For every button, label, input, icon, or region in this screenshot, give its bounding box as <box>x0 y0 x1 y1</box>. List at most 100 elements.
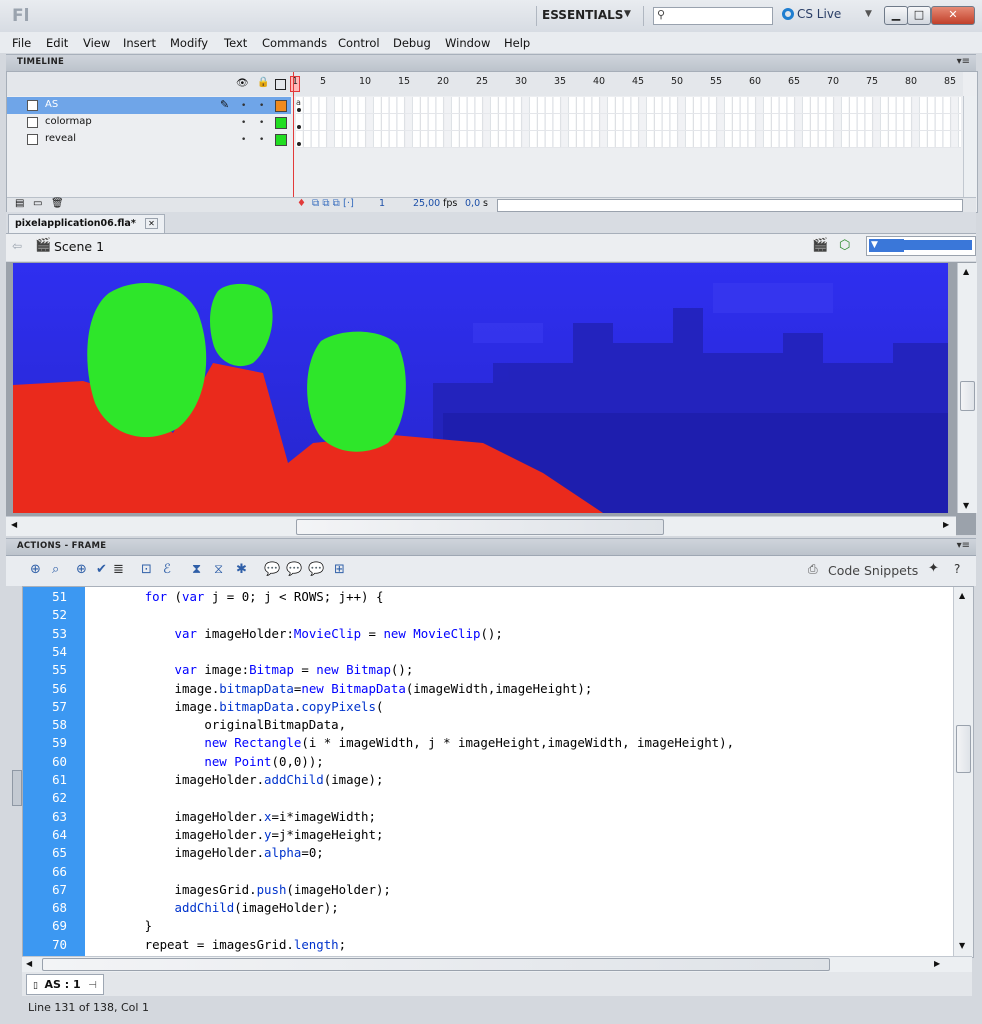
add-statement-icon[interactable]: ⊕ <box>30 562 41 577</box>
frame-rate[interactable]: 25,00 <box>413 198 440 209</box>
show-hide-toolbox-icon[interactable]: ⊞ <box>334 562 345 577</box>
panel-menu-icon[interactable]: ▾≡ <box>957 56 970 67</box>
visibility-dot[interactable]: • <box>241 101 246 111</box>
maximize-button[interactable]: □ <box>907 6 931 25</box>
new-layer-icon[interactable]: ▤ <box>15 198 24 209</box>
menu-window[interactable]: Window <box>445 36 490 50</box>
scroll-down-icon[interactable]: ▼ <box>963 501 969 510</box>
panel-menu-icon[interactable]: ▾≡ <box>957 540 970 551</box>
layer-as[interactable]: AS ✎ • • <box>7 97 291 114</box>
debug-icon[interactable]: ℰ <box>163 562 171 577</box>
toolbox-toggle[interactable] <box>12 770 22 806</box>
code-editor[interactable]: 51 for (var j = 0; j < ROWS; j++) {52 53 … <box>22 586 974 958</box>
menu-insert[interactable]: Insert <box>123 36 156 50</box>
code-line[interactable]: imageHolder.x=i*imageWidth; <box>85 809 376 824</box>
outline-icon[interactable] <box>275 79 286 90</box>
menu-edit[interactable]: Edit <box>46 36 68 50</box>
code-line[interactable]: new Rectangle(i * imageWidth, j * imageH… <box>85 735 734 750</box>
code-hint-icon[interactable]: ⊡ <box>141 562 152 577</box>
visibility-dot[interactable]: • <box>241 118 246 128</box>
menu-text[interactable]: Text <box>224 36 247 50</box>
new-folder-icon[interactable]: ▭ <box>33 198 42 209</box>
minimize-button[interactable]: ▁ <box>884 6 908 25</box>
current-frame[interactable]: 1 <box>379 198 385 209</box>
code-line[interactable]: repeat = imagesGrid.length; <box>85 937 346 952</box>
edit-symbols-icon[interactable]: ⬡ <box>839 238 850 253</box>
code-hscrollbar[interactable]: ◀ ▶ <box>22 956 972 972</box>
actions-panel-header[interactable]: ACTIONS - FRAME ▾≡ <box>6 538 976 556</box>
code-vscroll-thumb[interactable] <box>956 725 971 773</box>
code-snippets-button[interactable]: Code Snippets <box>828 563 918 578</box>
eye-icon[interactable]: 👁 <box>236 78 249 89</box>
onion-skin-icon[interactable]: ⧉ ⧉ ⧉ [·] <box>312 198 354 209</box>
comment-line-icon[interactable]: 💬 <box>286 562 302 577</box>
code-vscrollbar[interactable]: ▲ ▼ <box>953 587 973 957</box>
scroll-right-icon[interactable]: ▶ <box>934 959 940 968</box>
scroll-right-icon[interactable]: ▶ <box>943 520 949 529</box>
scroll-left-icon[interactable]: ◀ <box>26 959 32 968</box>
chevron-down-icon[interactable]: ▼ <box>865 9 872 19</box>
code-line[interactable]: originalBitmapData, <box>85 717 346 732</box>
layer-color-box[interactable] <box>275 100 287 112</box>
code-line[interactable]: for (var j = 0; j < ROWS; j++) { <box>85 589 384 604</box>
code-line[interactable]: imageHolder.addChild(image); <box>85 772 384 787</box>
layer-color-box[interactable] <box>275 134 287 146</box>
find-icon[interactable]: ⌕ <box>52 562 59 577</box>
code-snippets-icon[interactable]: ⎙ <box>808 562 818 577</box>
auto-format-icon[interactable]: ≣ <box>113 562 124 577</box>
menu-help[interactable]: Help <box>504 36 530 50</box>
scroll-up-icon[interactable]: ▲ <box>959 591 965 600</box>
menu-file[interactable]: File <box>12 36 31 50</box>
scroll-down-icon[interactable]: ▼ <box>959 941 965 950</box>
delete-layer-icon[interactable]: 🗑 <box>51 198 64 209</box>
stage-canvas[interactable] <box>13 263 948 513</box>
script-tab[interactable]: ▯ AS : 1 ⊣ <box>26 974 104 995</box>
expand-all-icon[interactable]: ✱ <box>236 562 247 577</box>
timeline-panel-header[interactable]: TIMELINE ▾≡ <box>6 54 976 72</box>
lock-icon[interactable]: 🔒 <box>257 77 269 88</box>
menu-commands[interactable]: Commands <box>262 36 327 50</box>
pin-script-icon[interactable]: ⊣ <box>88 980 97 991</box>
code-line[interactable]: addChild(imageHolder); <box>85 900 339 915</box>
scene-name[interactable]: Scene 1 <box>54 239 104 254</box>
lock-dot[interactable]: • <box>259 135 264 145</box>
collapse-icon[interactable]: ⧗ <box>192 562 201 577</box>
code-line[interactable]: imageHolder.y=j*imageHeight; <box>85 827 384 842</box>
layer-colormap[interactable]: colormap • • <box>7 114 291 131</box>
lock-dot[interactable]: • <box>259 118 264 128</box>
lock-dot[interactable]: • <box>259 101 264 111</box>
code-line[interactable]: new Point(0,0)); <box>85 754 323 769</box>
help-icon[interactable]: ? <box>954 562 960 576</box>
workspace-switcher[interactable]: ESSENTIALS <box>542 8 623 22</box>
code-hscroll-thumb[interactable] <box>42 958 830 971</box>
timeline-ruler[interactable]: 👁 🔒 1 5 10 15 20 25 30 35 40 45 50 55 60… <box>7 72 963 96</box>
menu-view[interactable]: View <box>83 36 110 50</box>
collapse-selection-icon[interactable]: ⧖ <box>214 562 223 577</box>
chevron-down-icon[interactable]: ▼ <box>624 9 631 19</box>
stage-vscroll-thumb[interactable] <box>960 381 975 411</box>
center-frame-icon[interactable]: ♦ <box>297 198 306 209</box>
menu-control[interactable]: Control <box>338 36 380 50</box>
visibility-dot[interactable]: • <box>241 135 246 145</box>
code-line[interactable]: imagesGrid.push(imageHolder); <box>85 882 391 897</box>
comment-block-icon[interactable]: 💬 <box>264 562 280 577</box>
scroll-up-icon[interactable]: ▲ <box>963 267 969 276</box>
menu-debug[interactable]: Debug <box>393 36 431 50</box>
help-search-input[interactable]: ⚲ <box>653 7 773 25</box>
timeline-scrollbar[interactable] <box>963 96 977 197</box>
code-line[interactable]: imageHolder.alpha=0; <box>85 845 324 860</box>
scroll-left-icon[interactable]: ◀ <box>11 520 17 529</box>
chevron-down-icon[interactable]: ▼ <box>869 240 972 250</box>
stage-hscroll-thumb[interactable] <box>296 519 664 535</box>
code-line[interactable]: var image:Bitmap = new Bitmap(); <box>85 662 414 677</box>
check-syntax-icon[interactable]: ✔ <box>96 562 107 577</box>
back-arrow-icon[interactable]: ⇦ <box>12 239 22 253</box>
close-button[interactable]: ✕ <box>931 6 975 25</box>
document-tab[interactable]: pixelapplication06.fla* ✕ <box>8 214 165 233</box>
code-line[interactable]: image.bitmapData.copyPixels( <box>85 699 384 714</box>
stage-hscrollbar[interactable]: ◀ ▶ <box>6 516 956 536</box>
stage-vscrollbar[interactable]: ▲ ▼ <box>957 263 977 513</box>
menu-modify[interactable]: Modify <box>170 36 208 50</box>
target-icon[interactable]: ⊕ <box>76 562 87 577</box>
code-line[interactable]: var imageHolder:MovieClip = new MovieCli… <box>85 626 503 641</box>
